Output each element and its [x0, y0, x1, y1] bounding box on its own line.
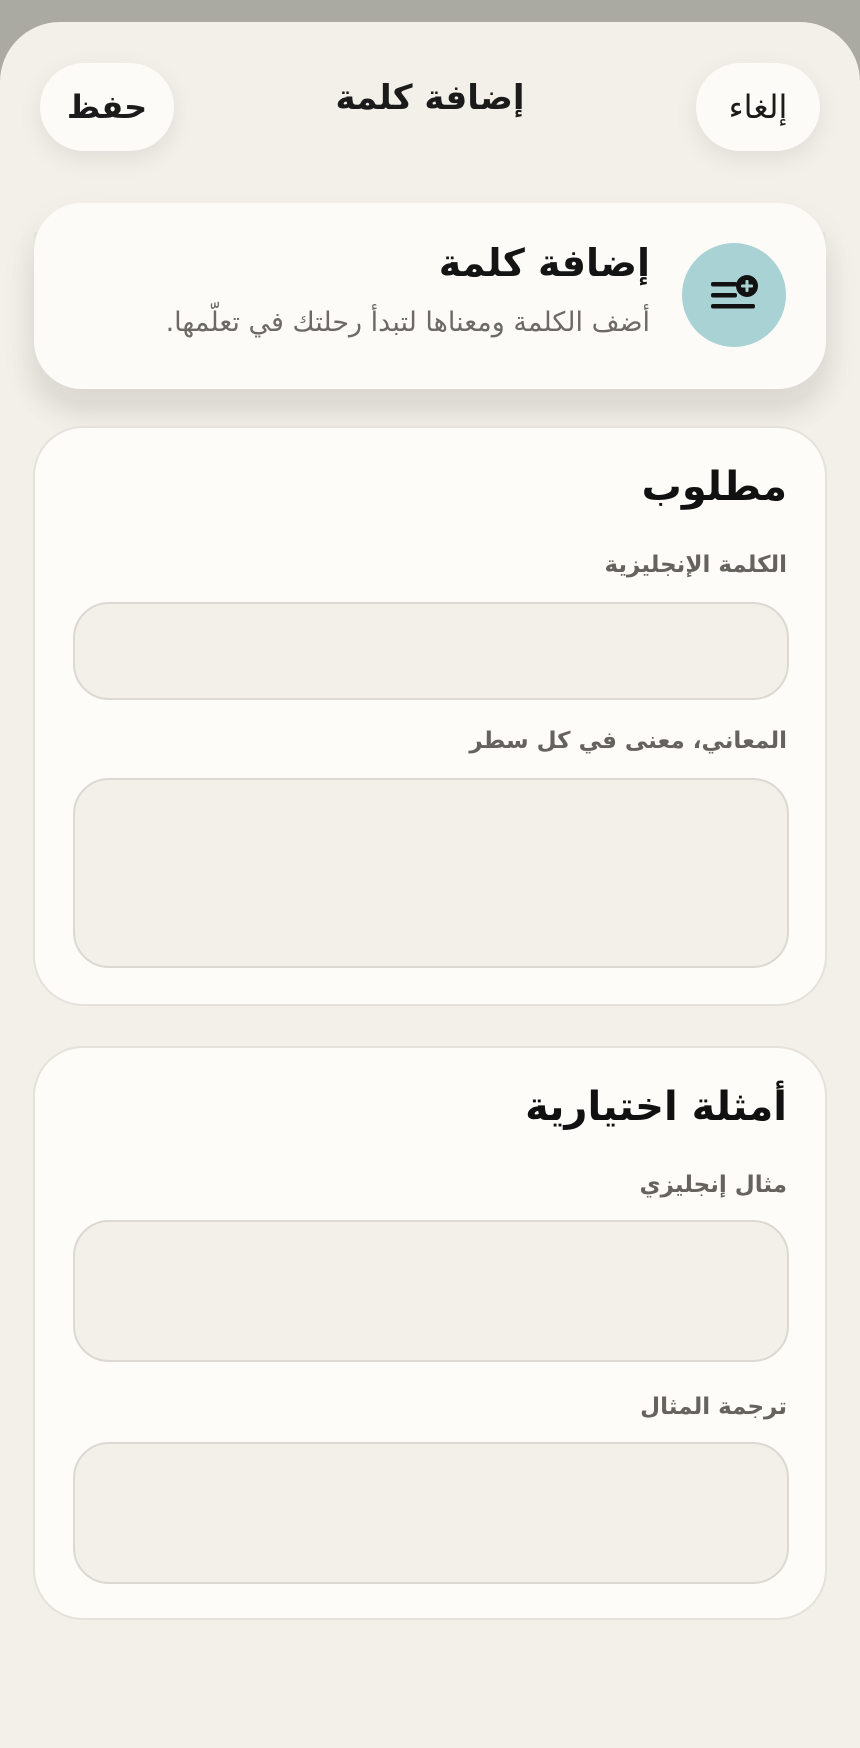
optional-examples-section: أمثلة اختيارية مثال إنجليزي ترجمة المثال: [33, 1046, 827, 1620]
save-button[interactable]: حفظ: [40, 63, 174, 151]
meanings-textarea[interactable]: [73, 778, 789, 968]
add-word-sheet: إلغاء إضافة كلمة حفظ إضافة كلمة أضف الكل…: [0, 22, 860, 1748]
optional-section-title: أمثلة اختيارية: [525, 1084, 787, 1130]
english-example-input[interactable]: [73, 1220, 789, 1362]
english-example-label: مثال إنجليزي: [639, 1172, 788, 1198]
meanings-label: المعاني، معنى في كل سطر: [469, 728, 787, 754]
english-word-label: الكلمة الإنجليزية: [604, 552, 787, 578]
example-translation-label: ترجمة المثال: [640, 1394, 787, 1420]
example-translation-input[interactable]: [73, 1442, 789, 1584]
required-section-title: مطلوب: [641, 464, 787, 510]
english-word-input[interactable]: [73, 602, 789, 700]
hero-card: إضافة كلمة أضف الكلمة ومعناها لتبدأ رحلت…: [34, 203, 826, 389]
hero-subtitle: أضف الكلمة ومعناها لتبدأ رحلتك في تعلّمه…: [165, 307, 650, 338]
nav-bar: إلغاء إضافة كلمة حفظ: [0, 22, 860, 172]
required-section: مطلوب الكلمة الإنجليزية المعاني، معنى في…: [33, 426, 827, 1006]
add-list-icon: [682, 243, 786, 347]
hero-title: إضافة كلمة: [438, 241, 650, 285]
